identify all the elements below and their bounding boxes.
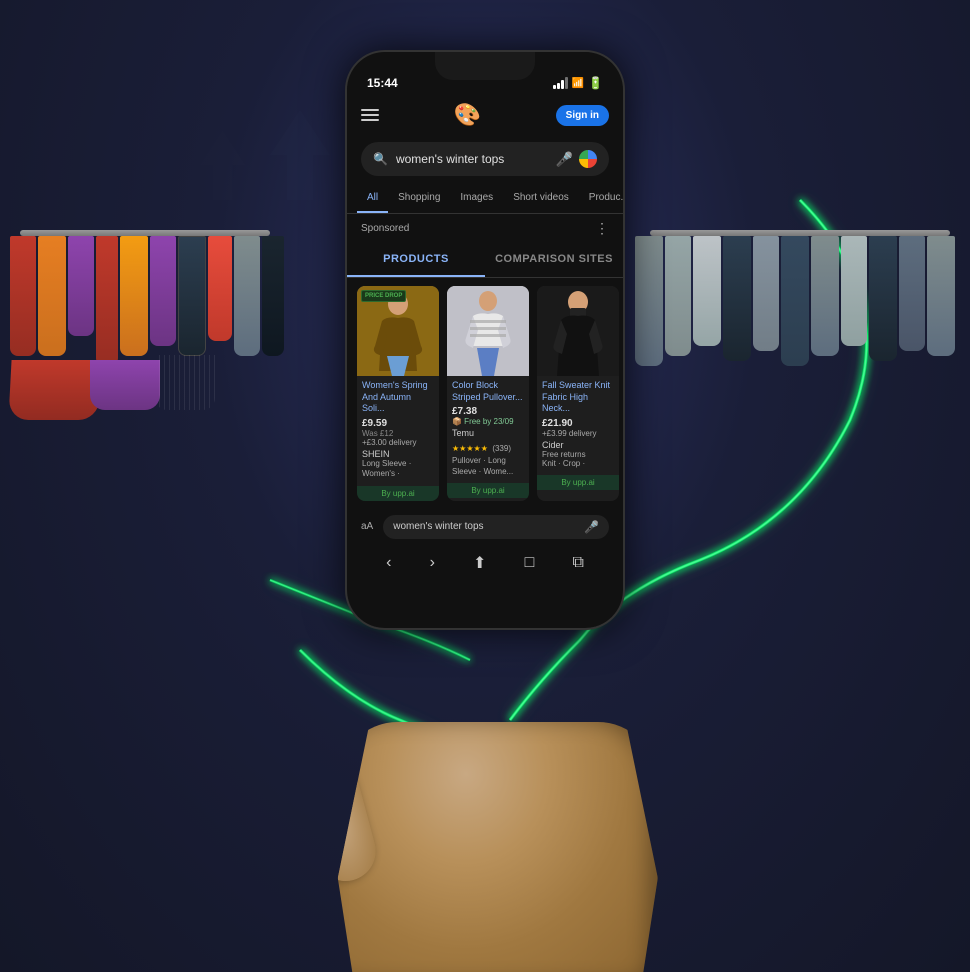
product-name-1: Women's Spring And Autumn Soli... [362,380,434,415]
product-free-returns-3: Free returns [542,450,614,459]
nav-tab-shopping[interactable]: Shopping [388,184,450,213]
price-drop-badge: PRICE DROP [361,290,406,302]
search-bar[interactable]: 🔍 women's winter tops 🎤 [361,142,609,176]
scene: 15:44 📶 🔋 [0,0,970,972]
search-query-text: women's winter tops [396,152,548,166]
phone-mockup: 15:44 📶 🔋 [345,50,625,630]
more-options-icon[interactable]: ⋮ [595,220,609,237]
nav-bookmarks-icon[interactable]: □ [525,554,535,572]
status-time: 15:44 [367,76,398,90]
signal-icon [553,77,568,89]
nav-forward-icon[interactable]: › [430,554,435,572]
product-desc-3: Knit · Crop · [542,459,614,469]
bottom-search-text: women's winter tops [393,521,578,532]
product-image-1: PRICE DROP [357,286,439,376]
product-desc-1: Long Sleeve · Women's · [362,459,434,480]
product-name-2: Color Block Striped Pullover... [452,380,524,403]
text-size-icon[interactable]: aA [361,521,373,532]
mic-icon[interactable]: 🎤 [556,151,573,168]
nav-back-icon[interactable]: ‹ [386,554,391,572]
product-comparison-tabs: PRODUCTS COMPARISON SITES [347,243,623,278]
product-image-2 [447,286,529,376]
nav-share-icon[interactable]: ⬆ [473,553,486,573]
product-delivery-3: +£3.99 delivery [542,429,614,438]
hamburger-menu[interactable] [361,109,379,121]
by-uppai-2: By upp.ai [447,483,529,498]
battery-icon: 🔋 [588,76,603,90]
nav-tab-all[interactable]: All [357,184,388,213]
tab-comparison-sites[interactable]: COMPARISON SITES [485,243,623,277]
search-icon: 🔍 [373,152,388,166]
product-card-2[interactable]: Color Block Striped Pullover... £7.38 📦 … [447,286,529,501]
browser-nav-bar: ‹ › ⬆ □ ⧉ [347,545,623,589]
product-info-1: Women's Spring And Autumn Soli... £9.59 … [357,376,439,484]
bottom-mic-icon[interactable]: 🎤 [584,520,599,534]
product-price-3: £21.90 [542,418,614,429]
phone-bottom-bar: aA women's winter tops 🎤 [347,509,623,545]
product-delivery-1: +£3.00 delivery [362,438,434,447]
product-store-1: SHEIN [362,449,434,459]
product-price-2: £7.38 [452,406,524,417]
bottom-search-bar[interactable]: women's winter tops 🎤 [383,515,609,539]
right-clothing-rack [630,230,970,510]
tab-products[interactable]: PRODUCTS [347,243,485,277]
nav-tab-short-videos[interactable]: Short videos [503,184,579,213]
left-clothing-rack [0,230,290,510]
search-action-icons: 🎤 [556,150,597,168]
phone-notch [435,52,535,80]
google-logo: 🎨 [454,102,481,128]
phone-screen: 15:44 📶 🔋 [347,52,623,628]
product-card-1[interactable]: PRICE DROP [357,286,439,501]
sponsored-label: Sponsored [361,223,409,234]
product-image-3 [537,286,619,376]
sign-in-button[interactable]: Sign in [556,105,609,126]
product-info-2: Color Block Striped Pullover... £7.38 📦 … [447,376,529,481]
nav-tabs-icon[interactable]: ⧉ [572,554,583,572]
nav-tab-products[interactable]: Produc... [579,184,623,213]
google-lens-icon[interactable] [579,150,597,168]
wifi-icon: 📶 [572,78,584,89]
product-cards-list: PRICE DROP [347,278,623,509]
product-price-1: £9.59 [362,418,434,429]
hand [338,722,658,972]
product-info-3: Fall Sweater Knit Fabric High Neck... £2… [537,376,619,473]
product-name-3: Fall Sweater Knit Fabric High Neck... [542,380,614,415]
by-uppai-3: By upp.ai [537,475,619,490]
nav-tab-images[interactable]: Images [450,184,503,213]
status-icons: 📶 🔋 [553,76,603,90]
search-nav-tabs: All Shopping Images Short videos Produc.… [347,184,623,214]
product-was-price-1: Was £12 [362,429,434,438]
product-store-3: Cider [542,440,614,450]
by-uppai-1: By upp.ai [357,486,439,501]
product-stars-2: ★★★★★ (339) [452,438,524,456]
sponsored-bar: Sponsored ⋮ [347,214,623,243]
product-card-3[interactable]: Fall Sweater Knit Fabric High Neck... £2… [537,286,619,501]
google-header: 🎨 Sign in [347,96,623,134]
product-free-delivery-2: 📦 Free by 23/09 [452,417,524,426]
product-store-2: Temu [452,428,524,438]
product-desc-2: Pullover · Long Sleeve · Wome... [452,456,524,477]
